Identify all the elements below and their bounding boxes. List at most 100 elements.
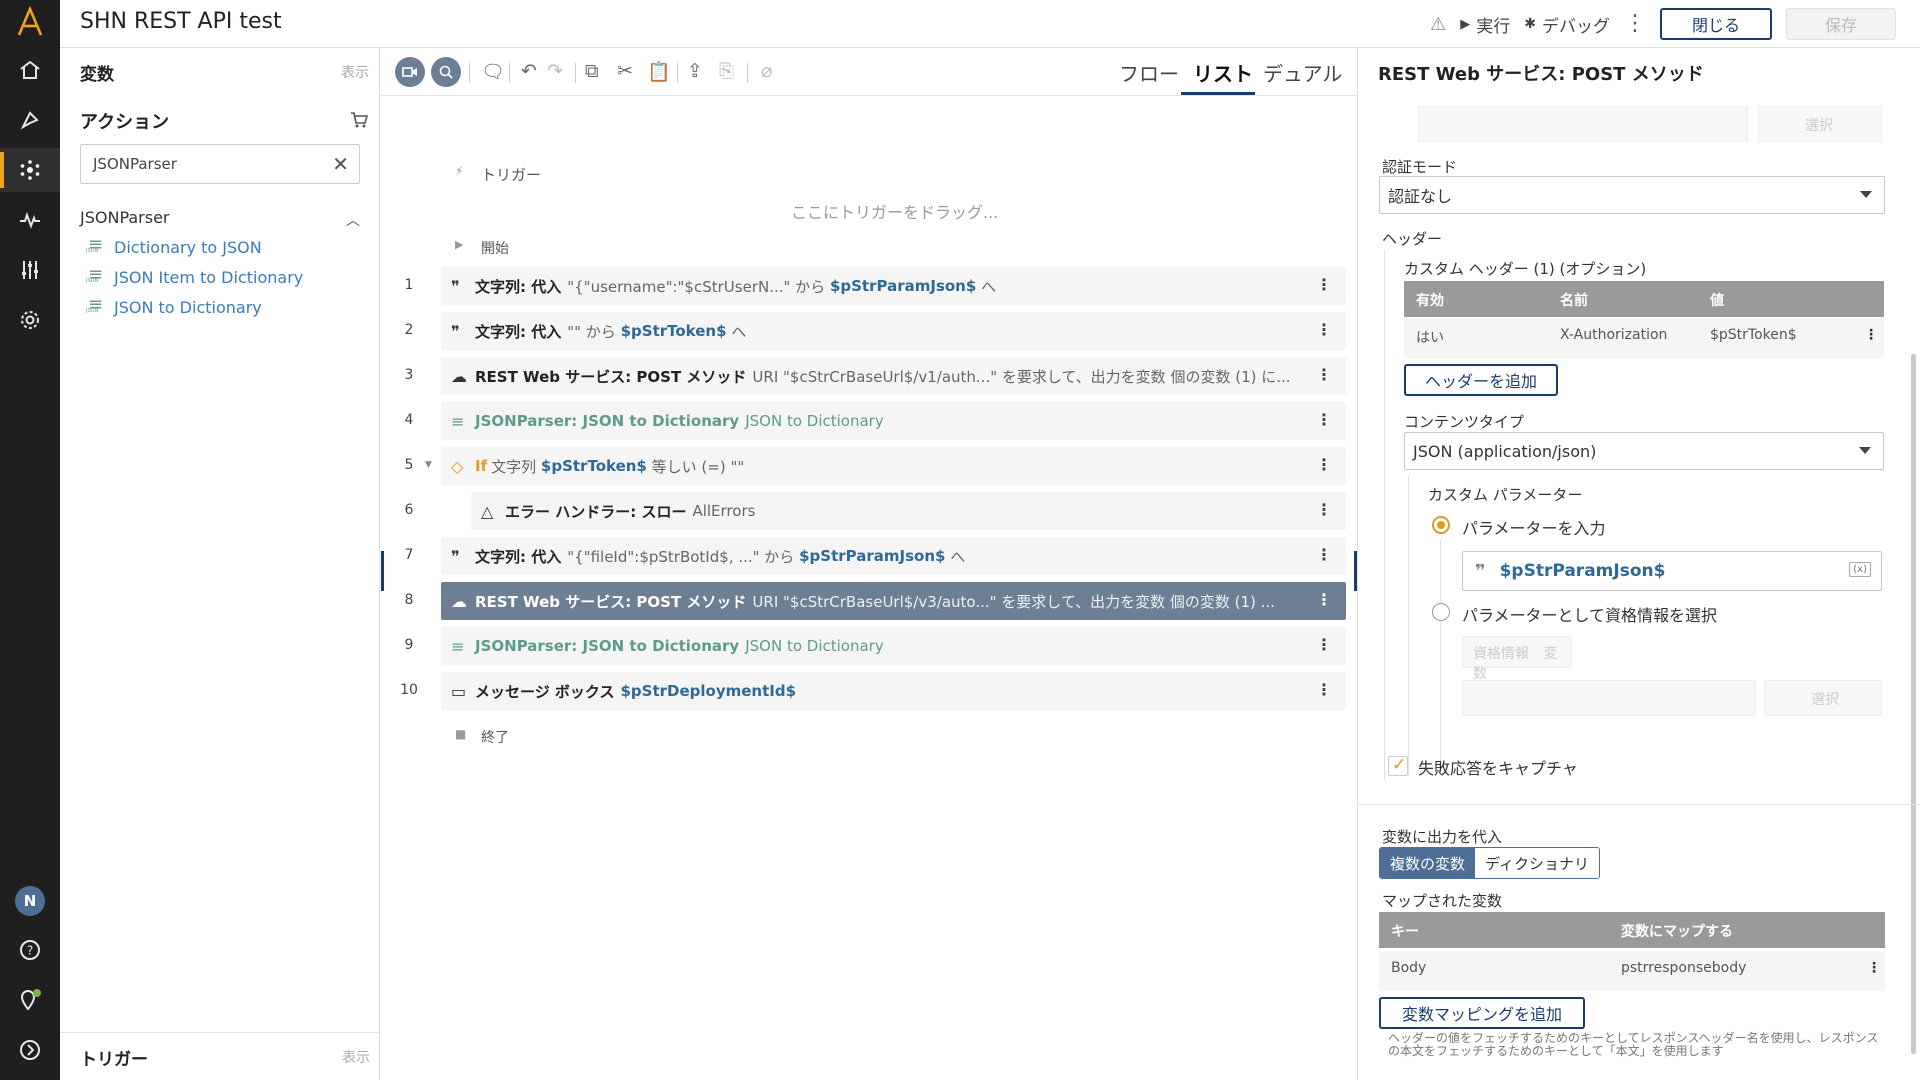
sliders-icon[interactable]: [0, 248, 60, 292]
mapping-table-header: キー 変数にマップする: [1379, 912, 1885, 948]
scrollbar-thumb[interactable]: [1911, 354, 1916, 1054]
action-item-label: JSON to Dictionary: [114, 298, 262, 317]
line-number: 6: [404, 502, 414, 518]
resize-handle-left[interactable]: [381, 551, 384, 591]
triggers-section: トリガー 表示: [60, 1032, 380, 1080]
content-type-select[interactable]: JSON (application/json): [1404, 432, 1884, 470]
close-button[interactable]: 閉じる: [1660, 8, 1772, 40]
cart-icon[interactable]: [349, 110, 369, 134]
user-avatar[interactable]: N: [15, 886, 45, 916]
header-name: X-Authorization: [1560, 327, 1668, 343]
logo-icon[interactable]: [14, 5, 46, 38]
row-menu-icon[interactable]: ⋮: [1316, 410, 1332, 429]
action-row[interactable]: ☁ REST Web サービス: POST メソッド URI "$cStrCrB…: [441, 357, 1346, 395]
action-row[interactable]: ≡ JSONParser: JSON to Dictionary JSON to…: [441, 402, 1346, 440]
svg-text:?: ?: [27, 944, 33, 958]
row-menu-icon[interactable]: ⋮: [1316, 590, 1332, 609]
action-row-selected[interactable]: ☁ REST Web サービス: POST メソッド URI "$cStrCrB…: [441, 582, 1346, 620]
output-mode-multiple[interactable]: 複数の変数: [1380, 848, 1476, 878]
clear-search-icon[interactable]: ✕: [332, 152, 349, 176]
section-divider: [1358, 804, 1920, 805]
warning-icon[interactable]: ⚠: [1430, 14, 1446, 35]
tab-flow[interactable]: フロー: [1119, 58, 1179, 87]
home-icon[interactable]: [0, 48, 60, 92]
help-icon[interactable]: ?: [0, 928, 60, 972]
parameter-input[interactable]: ❞ $pStrParamJson$ (x): [1462, 551, 1882, 591]
trigger-drop-zone[interactable]: ここにトリガーをドラッグ...: [791, 199, 998, 223]
mapping-row[interactable]: Body pstrresponsebody ⋮: [1379, 951, 1885, 991]
add-variable-mapping-button[interactable]: 変数マッピングを追加: [1379, 997, 1585, 1029]
radio-enter-parameter-label[interactable]: パラメーターを入力: [1462, 515, 1606, 539]
triangle-icon: △: [481, 501, 494, 521]
action-row[interactable]: ≡ JSONParser: JSON to Dictionary JSON to…: [441, 627, 1346, 665]
variables-show-link[interactable]: 表示: [341, 62, 369, 82]
row-menu-icon[interactable]: ⋮: [1316, 320, 1332, 339]
output-mode-dictionary[interactable]: ディクショナリ: [1475, 848, 1599, 878]
left-rail: N ?: [0, 0, 60, 1080]
action-row-if[interactable]: ◇ If 文字列 $pStrToken$ 等しい (=) "" ⋮: [441, 447, 1346, 485]
auth-mode-select[interactable]: 認証なし: [1379, 176, 1885, 214]
location-status-icon[interactable]: [0, 978, 60, 1022]
toolbar-divider: [677, 63, 678, 83]
add-comment-icon[interactable]: 🗨: [481, 60, 505, 83]
debug-button[interactable]: ✱ デバッグ: [1524, 12, 1610, 37]
action-row[interactable]: ❞ 文字列: 代入 "{"fileId":$pStrBotId$, ..." か…: [441, 537, 1346, 575]
row-menu-icon[interactable]: ⋮: [1316, 365, 1332, 384]
triggers-title: トリガー: [80, 1050, 148, 1070]
chevron-up-icon[interactable]: ︿: [346, 210, 360, 230]
capture-failure-checkbox[interactable]: [1388, 755, 1408, 776]
activity-icon[interactable]: [0, 198, 60, 242]
action-row[interactable]: ❞ 文字列: 代入 "" から $pStrToken$ へ ⋮: [441, 312, 1346, 350]
header-row[interactable]: はい X-Authorization $pStrToken$ ⋮: [1404, 318, 1884, 358]
save-button[interactable]: 保存: [1786, 8, 1896, 40]
row-menu-icon[interactable]: ⋮: [1316, 455, 1332, 474]
paste-icon[interactable]: 📋: [647, 60, 671, 83]
action-name: REST Web サービス: POST メソッド: [475, 367, 747, 386]
action-row[interactable]: △ エラー ハンドラー: スロー AllErrors ⋮: [471, 492, 1346, 530]
action-item-json-to-dictionary[interactable]: JSON to Dictionary: [86, 294, 262, 318]
action-item-label: Dictionary to JSON: [114, 238, 262, 257]
mapping-row-menu-icon[interactable]: ⋮: [1867, 960, 1881, 976]
add-header-button[interactable]: ヘッダーを追加: [1404, 364, 1558, 396]
copy-icon[interactable]: ⧉: [585, 60, 599, 82]
action-row[interactable]: ❞ 文字列: 代入 "{"username":"$cStrUserN..." か…: [441, 267, 1346, 305]
automation-icon[interactable]: [0, 148, 60, 192]
row-menu-icon[interactable]: ⋮: [1316, 500, 1332, 519]
action-search-input[interactable]: JSONParser ✕: [80, 144, 360, 184]
radio-credential-parameter-label[interactable]: パラメーターとして資格情報を選択: [1462, 602, 1717, 626]
header-row-menu-icon[interactable]: ⋮: [1864, 327, 1878, 343]
action-name: エラー ハンドラー: スロー: [505, 502, 687, 521]
radio-credential-parameter[interactable]: [1432, 603, 1450, 621]
bot-icon[interactable]: [0, 98, 60, 142]
select-label: 選択: [1811, 692, 1839, 708]
row-menu-icon[interactable]: ⋮: [1316, 545, 1332, 564]
cut-icon[interactable]: ✂: [617, 60, 633, 82]
action-row[interactable]: ▭ メッセージ ボックス $pStrDeploymentId$ ⋮: [441, 672, 1346, 710]
row-menu-icon[interactable]: ⋮: [1316, 275, 1332, 294]
tab-list[interactable]: リスト: [1193, 58, 1253, 87]
capture-failure-label[interactable]: 失敗応答をキャプチャ: [1418, 755, 1578, 779]
triggers-show-link[interactable]: 表示: [342, 1047, 370, 1067]
gear-icon[interactable]: [0, 298, 60, 342]
row-menu-icon[interactable]: ⋮: [1316, 635, 1332, 654]
capture-icon[interactable]: [431, 57, 461, 87]
disable-icon[interactable]: ⌀: [761, 60, 772, 82]
properties-scrollbar[interactable]: [1908, 104, 1918, 1074]
row-menu-icon[interactable]: ⋮: [1316, 680, 1332, 699]
tab-dual[interactable]: デュアル: [1263, 58, 1342, 87]
run-button[interactable]: ▶ 実行: [1460, 12, 1510, 37]
radio-enter-parameter[interactable]: [1432, 516, 1450, 534]
collapse-caret-icon[interactable]: ▼: [425, 460, 432, 470]
more-options-icon[interactable]: ⋮: [1624, 13, 1646, 35]
redo-icon[interactable]: ↷: [547, 60, 563, 82]
action-item-dictionary-to-json[interactable]: Dictionary to JSON: [86, 234, 262, 258]
expand-icon[interactable]: [0, 1028, 60, 1072]
insert-variable-icon[interactable]: (x): [1849, 562, 1871, 577]
undo-icon[interactable]: ↶: [521, 60, 537, 82]
action-item-json-item-to-dictionary[interactable]: JSON Item to Dictionary: [86, 264, 303, 288]
record-icon[interactable]: [395, 57, 425, 87]
action-group-jsonparser[interactable]: JSONParser ︿: [80, 208, 370, 230]
quote-icon: ❞: [1475, 560, 1486, 582]
export-icon[interactable]: ⇪: [687, 60, 703, 82]
import-icon[interactable]: ⎘: [719, 60, 734, 82]
